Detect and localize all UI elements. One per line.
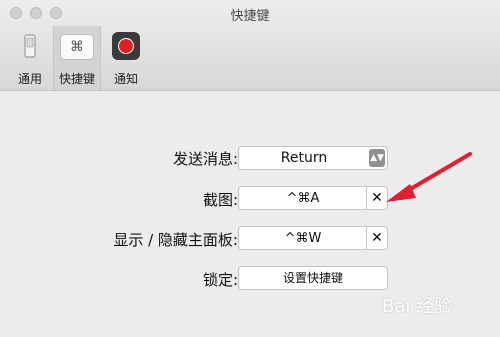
toggle-panel-clear-button[interactable]: ✕ (366, 227, 387, 249)
tab-notifications-label: 通知 (113, 72, 138, 86)
switch-icon (24, 34, 36, 58)
tab-notifications[interactable]: 通知 (102, 26, 150, 90)
titlebar: 快捷键 通用 ⌘ 快捷键 通知 (0, 0, 500, 91)
send-message-label: 发送消息: (172, 150, 238, 168)
send-message-value: Return (280, 150, 328, 166)
send-message-select[interactable]: Return ▲▼ (238, 146, 388, 170)
lock-label: 锁定: (202, 271, 238, 289)
tab-general[interactable]: 通用 (6, 26, 54, 90)
watermark: Bai 经验 (382, 296, 453, 317)
tab-general-label: 通用 (17, 72, 42, 86)
tab-shortcuts[interactable]: ⌘ 快捷键 (53, 26, 101, 90)
preferences-window: 快捷键 通用 ⌘ 快捷键 通知 发送消息: Return ▲▼ 截图: ^⌘A … (0, 0, 500, 337)
screenshot-shortcut-recorder[interactable]: ^⌘A ✕ (238, 186, 388, 210)
window-title: 快捷键 (230, 9, 270, 24)
toggle-panel-shortcut-recorder[interactable]: ^⌘W ✕ (238, 226, 388, 250)
toggle-panel-shortcut-value: ^⌘W (284, 231, 322, 246)
annotation-arrow-icon (386, 152, 472, 202)
command-key-icon: ⌘ (60, 34, 94, 60)
notification-icon (112, 32, 140, 60)
toggle-panel-label: 显示 / 隐藏主面板: (113, 231, 238, 249)
set-shortcut-button[interactable]: 设置快捷键 (238, 266, 388, 290)
screenshot-label: 截图: (202, 191, 238, 209)
tab-shortcuts-label: 快捷键 (58, 72, 95, 86)
screenshot-shortcut-value: ^⌘A (286, 191, 320, 206)
